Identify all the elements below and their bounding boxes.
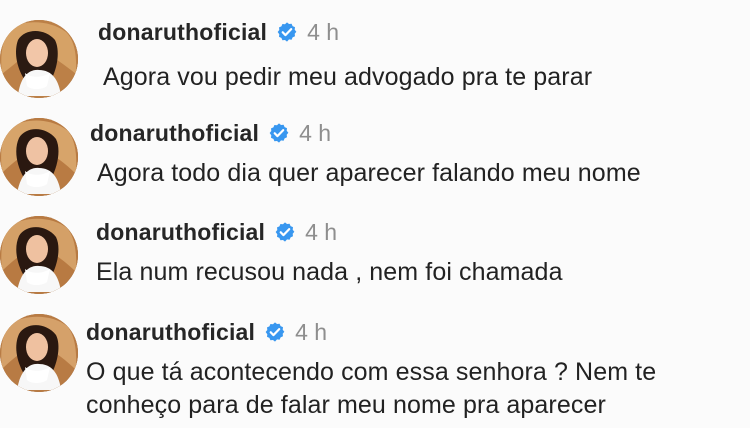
username[interactable]: donaruthoficial xyxy=(96,220,265,244)
comment-meta: donaruthoficial 4 h xyxy=(90,116,331,150)
profile-photo-icon xyxy=(0,216,78,294)
comment-text: O que tá acontecendo com essa senhora ? … xyxy=(86,358,657,419)
verified-badge-icon xyxy=(265,322,285,342)
comment-text: Agora vou pedir meu advogado pra te para… xyxy=(103,63,593,91)
timestamp: 4 h xyxy=(307,18,340,45)
comment-text: Ela num recusou nada , nem foi chamada xyxy=(96,258,563,286)
profile-photo-icon xyxy=(0,20,78,98)
timestamp: 4 h xyxy=(295,318,328,345)
comment-meta: donaruthoficial 4 h xyxy=(98,15,339,49)
avatar[interactable] xyxy=(0,118,78,196)
comment-meta: donaruthoficial 4 h xyxy=(96,215,337,249)
comment-item: donaruthoficial 4 h Ela num recusou nada… xyxy=(0,203,750,303)
verified-badge-icon xyxy=(277,22,297,42)
avatar[interactable] xyxy=(0,314,78,392)
profile-photo-icon xyxy=(0,314,78,392)
avatar[interactable] xyxy=(0,216,78,294)
profile-photo-icon xyxy=(0,118,78,196)
timestamp: 4 h xyxy=(305,218,338,245)
username[interactable]: donaruthoficial xyxy=(86,320,255,344)
comment-item: donaruthoficial 4 h O que tá acontecendo… xyxy=(0,301,750,428)
comments-screen: donaruthoficial 4 h Agora vou pedir meu … xyxy=(0,0,750,428)
username[interactable]: donaruthoficial xyxy=(90,121,259,145)
avatar[interactable] xyxy=(0,20,78,98)
comment-item: donaruthoficial 4 h Agora vou pedir meu … xyxy=(0,0,750,105)
username[interactable]: donaruthoficial xyxy=(98,20,267,44)
comment-item: donaruthoficial 4 h Agora todo dia quer … xyxy=(0,103,750,204)
comment-meta: donaruthoficial 4 h xyxy=(86,315,327,349)
verified-badge-icon xyxy=(275,222,295,242)
verified-badge-icon xyxy=(269,123,289,143)
timestamp: 4 h xyxy=(299,119,332,146)
comment-text: Agora todo dia quer aparecer falando meu… xyxy=(97,159,641,187)
